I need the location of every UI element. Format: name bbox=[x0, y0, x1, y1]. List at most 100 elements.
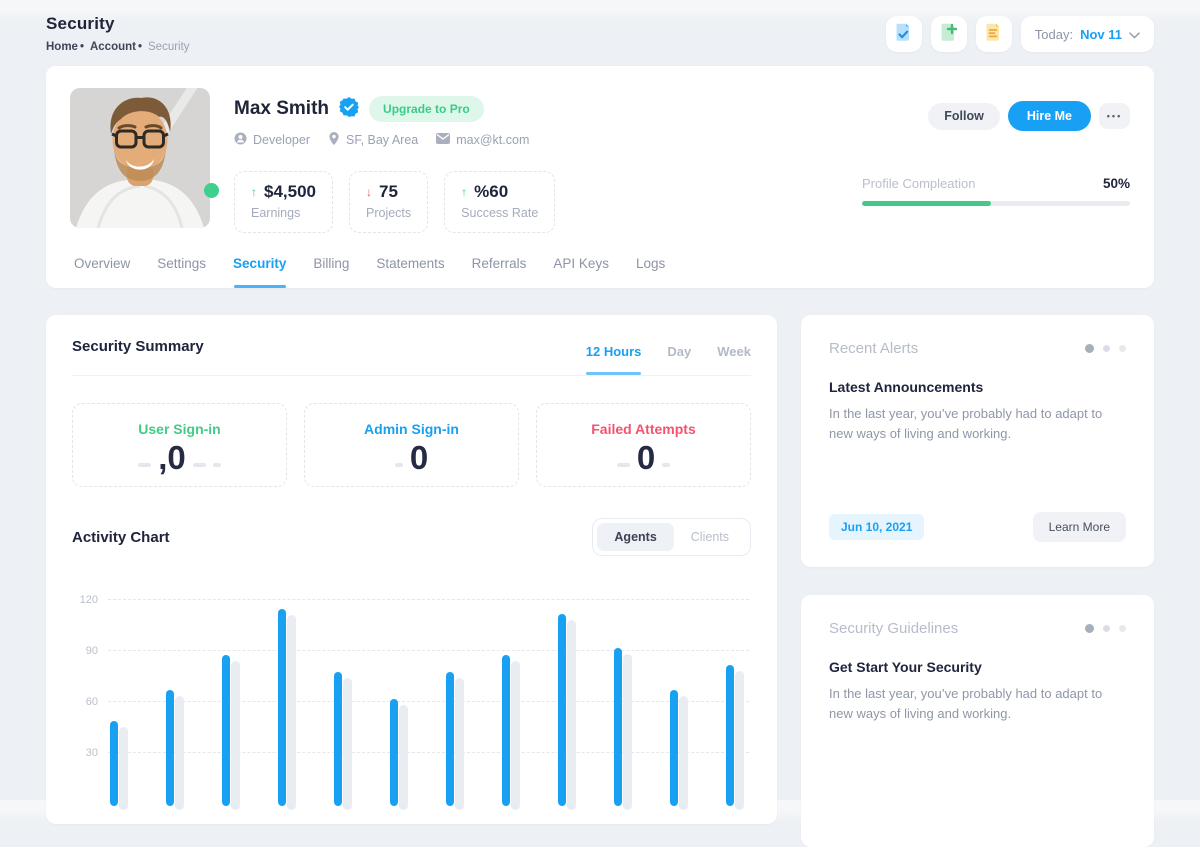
security-guidelines-title: Security Guidelines bbox=[829, 620, 958, 637]
carousel-dot-active[interactable] bbox=[1085, 344, 1094, 353]
breadcrumb-account[interactable]: Account• bbox=[90, 41, 142, 53]
activity-bar bbox=[670, 690, 678, 806]
user-sign-in-value: ,0 bbox=[158, 441, 186, 474]
activity-chart-title: Activity Chart bbox=[72, 529, 170, 546]
chart-gridline bbox=[108, 701, 749, 702]
projects-stat: ↓75 Projects bbox=[349, 171, 428, 233]
period-day[interactable]: Day bbox=[667, 344, 691, 375]
projects-value: 75 bbox=[379, 182, 398, 202]
file-report-button[interactable] bbox=[976, 16, 1012, 52]
period-week[interactable]: Week bbox=[717, 344, 751, 375]
agents-clients-toggle: Agents Clients bbox=[592, 518, 751, 556]
placeholder-dash bbox=[213, 463, 221, 467]
security-guidelines-card: Security Guidelines Get Start Your Secur… bbox=[801, 595, 1154, 847]
profile-actions: Follow Hire Me ••• bbox=[862, 101, 1130, 131]
hire-me-button[interactable]: Hire Me bbox=[1008, 101, 1091, 131]
chart-gridline bbox=[108, 752, 749, 753]
carousel-dot[interactable] bbox=[1119, 345, 1126, 352]
tab-logs[interactable]: Logs bbox=[636, 256, 665, 288]
recent-alerts-card: Recent Alerts Latest Announcements In th… bbox=[801, 315, 1154, 567]
profile-meta: Developer SF, Bay Area max@kt.com bbox=[234, 132, 555, 148]
follow-button[interactable]: Follow bbox=[928, 103, 1000, 130]
guidelines-headline: Get Start Your Security bbox=[829, 659, 1126, 675]
user-sign-in-label: User Sign-in bbox=[73, 421, 286, 437]
success-rate-label: Success Rate bbox=[461, 206, 538, 220]
breadcrumb-separator: • bbox=[80, 41, 84, 53]
progress-label: Profile Compleation bbox=[862, 176, 975, 191]
topbar: Security Home• Account• Security bbox=[46, 14, 1154, 53]
tab-referrals[interactable]: Referrals bbox=[472, 256, 527, 288]
failed-attempts-label: Failed Attempts bbox=[537, 421, 750, 437]
activity-bar-shadow bbox=[623, 654, 632, 810]
topbar-actions: Today: Nov 11 bbox=[886, 16, 1154, 52]
breadcrumb-security: Security bbox=[148, 41, 190, 53]
profile-right-column: Follow Hire Me ••• Profile Compleation 5… bbox=[862, 88, 1130, 233]
placeholder-dash bbox=[617, 463, 630, 467]
trend-up-icon: ↑ bbox=[251, 185, 257, 199]
activity-bar bbox=[446, 672, 454, 806]
alerts-body: In the last year, you’ve probably had to… bbox=[829, 404, 1126, 444]
file-check-button[interactable] bbox=[886, 16, 922, 52]
carousel-dot[interactable] bbox=[1119, 625, 1126, 632]
success-rate-stat: ↑%60 Success Rate bbox=[444, 171, 555, 233]
failed-attempts-box: Failed Attempts 0 bbox=[536, 403, 751, 487]
profile-card: Max Smith Upgrade to Pro Developer SF, B… bbox=[46, 66, 1154, 288]
progress-value: 50% bbox=[1103, 176, 1130, 191]
learn-more-button[interactable]: Learn More bbox=[1033, 512, 1126, 542]
y-tick-label: 120 bbox=[72, 594, 98, 606]
topbar-left: Security Home• Account• Security bbox=[46, 14, 190, 53]
tab-settings[interactable]: Settings bbox=[157, 256, 206, 288]
activity-bar bbox=[166, 690, 174, 806]
security-page: Security Home• Account• Security bbox=[0, 0, 1200, 800]
activity-bar bbox=[222, 655, 230, 806]
activity-chart-header: Activity Chart Agents Clients bbox=[72, 518, 751, 556]
placeholder-dash bbox=[193, 463, 206, 467]
carousel-dot-active[interactable] bbox=[1085, 624, 1094, 633]
tab-overview[interactable]: Overview bbox=[74, 256, 130, 288]
more-options-button[interactable]: ••• bbox=[1099, 103, 1130, 129]
carousel-dot[interactable] bbox=[1103, 625, 1110, 632]
profile-completion: Profile Compleation 50% bbox=[862, 176, 1130, 206]
profile-stats: ↑ $4,500 Earnings ↓75 Projects ↑%60 Succe… bbox=[234, 171, 555, 233]
breadcrumb-home[interactable]: Home• bbox=[46, 41, 84, 53]
file-add-button[interactable] bbox=[931, 16, 967, 52]
activity-bar bbox=[390, 699, 398, 806]
placeholder-dash bbox=[138, 463, 151, 467]
progress-fill bbox=[862, 201, 991, 206]
activity-bar bbox=[278, 609, 286, 806]
tab-billing[interactable]: Billing bbox=[313, 256, 349, 288]
upgrade-to-pro-badge[interactable]: Upgrade to Pro bbox=[369, 96, 484, 122]
tab-security[interactable]: Security bbox=[233, 256, 286, 288]
tab-api-keys[interactable]: API Keys bbox=[553, 256, 609, 288]
avatar bbox=[70, 88, 210, 228]
y-tick-label: 90 bbox=[72, 645, 98, 657]
activity-bar bbox=[334, 672, 342, 806]
location-pin-icon bbox=[328, 132, 340, 148]
breadcrumb-separator: • bbox=[138, 41, 142, 53]
recent-alerts-title: Recent Alerts bbox=[829, 340, 918, 357]
chart-gridline bbox=[108, 650, 749, 651]
file-add-icon bbox=[939, 23, 958, 45]
carousel-dots bbox=[1085, 344, 1126, 353]
tab-statements[interactable]: Statements bbox=[376, 256, 444, 288]
activity-chart-plot: 306090120 bbox=[72, 587, 751, 804]
earnings-value: $4,500 bbox=[264, 182, 316, 202]
date-dropdown[interactable]: Today: Nov 11 bbox=[1021, 16, 1154, 52]
profile-tabs: Overview Settings Security Billing State… bbox=[70, 256, 1130, 288]
role-meta: Developer bbox=[234, 132, 310, 148]
segment-clients[interactable]: Clients bbox=[674, 523, 746, 551]
alerts-headline: Latest Announcements bbox=[829, 379, 1126, 395]
chevron-down-icon bbox=[1129, 27, 1140, 42]
failed-attempts-value: 0 bbox=[637, 441, 655, 474]
period-12-hours[interactable]: 12 Hours bbox=[586, 344, 642, 375]
file-report-icon bbox=[984, 23, 1003, 45]
segment-agents[interactable]: Agents bbox=[597, 523, 673, 551]
carousel-dot[interactable] bbox=[1103, 345, 1110, 352]
placeholder-dash bbox=[662, 463, 670, 467]
earnings-label: Earnings bbox=[251, 206, 316, 220]
activity-bar-shadow bbox=[287, 615, 296, 810]
email-meta: max@kt.com bbox=[436, 133, 529, 147]
date-value: Nov 11 bbox=[1080, 27, 1122, 42]
activity-bar bbox=[614, 648, 622, 806]
security-summary-title: Security Summary bbox=[72, 338, 204, 375]
